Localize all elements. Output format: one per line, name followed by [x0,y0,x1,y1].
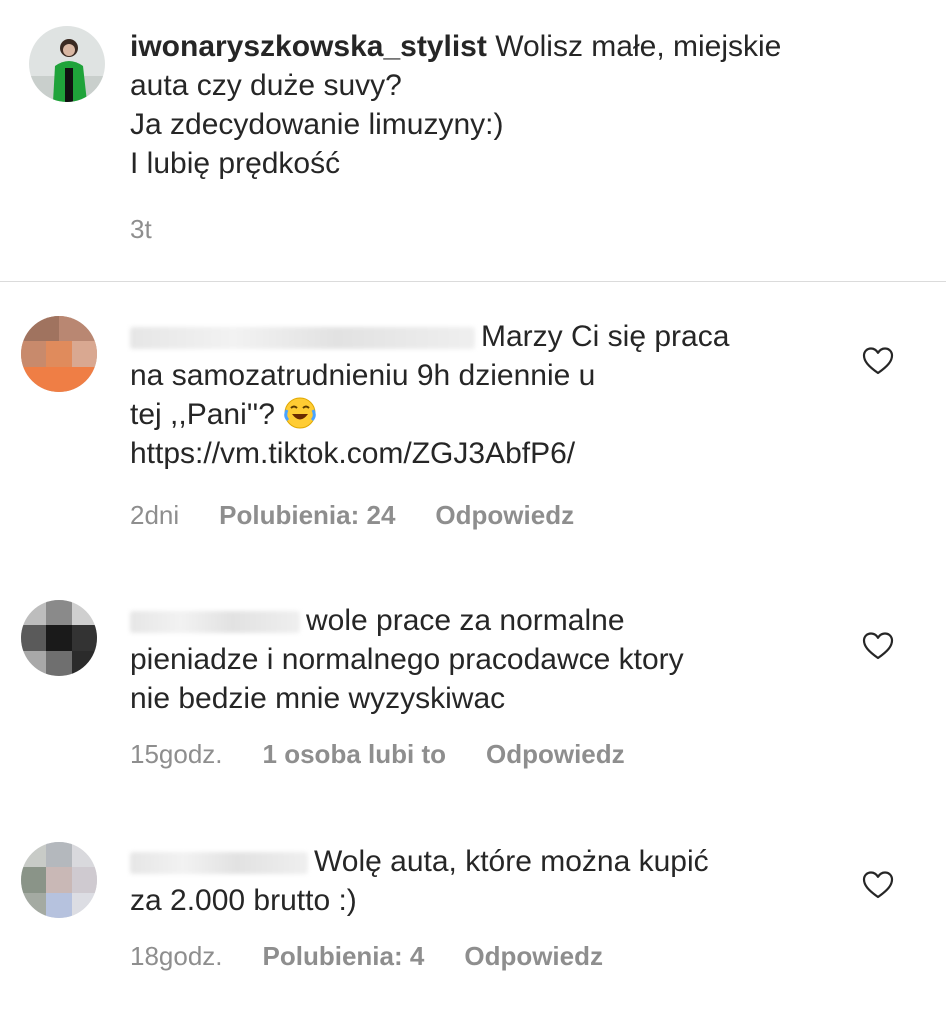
commenter-avatar[interactable] [21,316,97,392]
comment-link[interactable]: https://vm.tiktok.com/ZGJ3AbfP6/ [130,437,575,470]
comment-time[interactable]: 2dni [130,500,179,530]
blurred-username[interactable] [130,852,308,875]
caption-username[interactable]: iwonaryszkowska_stylist [130,30,487,63]
blurred-username[interactable] [130,611,300,634]
commenter-avatar[interactable] [21,600,97,676]
comment-likes[interactable]: Polubienia: 24 [219,500,395,530]
comment-time[interactable]: 15godz. [130,739,223,769]
reply-button[interactable]: Odpowiedz [486,739,625,769]
heart-outline-icon[interactable] [862,870,894,900]
comment-line-2: na samozatrudnieniu 9h dziennie u [130,359,596,392]
comment-meta: 15godz. 1 osoba lubi to Odpowiedz [130,739,625,769]
author-avatar[interactable] [29,26,105,102]
caption-time[interactable]: 3t [130,214,152,244]
caption-line-3: Ja zdecydowanie limuzyny:) [130,108,504,141]
comment-text: wole prace za normalne pieniadze i norma… [130,601,850,718]
heart-outline-icon[interactable] [862,631,894,661]
comment-line-2: pieniadze i normalnego pracodawce ktory [130,643,684,676]
blurred-username[interactable] [130,327,475,350]
comment-line-3: nie bedzie mnie wyzyskiwac [130,682,506,715]
divider [0,281,946,282]
comment-likes[interactable]: 1 osoba lubi to [263,739,446,769]
comment-text: Wolę auta, które można kupić za 2.000 br… [130,842,850,920]
caption-line-2: auta czy duże suvy? [130,69,402,102]
comment-line-3: tej ,,Pani''? [130,398,284,431]
comment-line-2: za 2.000 brutto :) [130,884,357,917]
comment-likes[interactable]: Polubienia: 4 [263,941,425,971]
comment-text: Marzy Ci się praca na samozatrudnieniu 9… [130,317,850,473]
comment-meta: 18godz. Polubienia: 4 Odpowiedz [130,941,603,971]
comment-time[interactable]: 18godz. [130,941,223,971]
caption-text: iwonaryszkowska_stylist Wolisz małe, mie… [130,27,910,183]
post-caption: iwonaryszkowska_stylist Wolisz małe, mie… [0,0,946,282]
commenter-avatar[interactable] [21,842,97,918]
comment-meta: 2dni Polubienia: 24 Odpowiedz [130,500,574,530]
reply-button[interactable]: Odpowiedz [464,941,603,971]
reply-button[interactable]: Odpowiedz [435,500,574,530]
laughing-emoji-icon [283,396,317,430]
caption-meta: 3t [130,214,152,244]
comment-line-1: wole prace za normalne [306,604,625,637]
heart-outline-icon[interactable] [862,346,894,376]
caption-line-1: Wolisz małe, miejskie [495,30,782,63]
caption-line-4: I lubię prędkość [130,147,341,180]
comment-line-1: Wolę auta, które można kupić [314,845,709,878]
comment-line-1: Marzy Ci się praca [481,320,730,353]
